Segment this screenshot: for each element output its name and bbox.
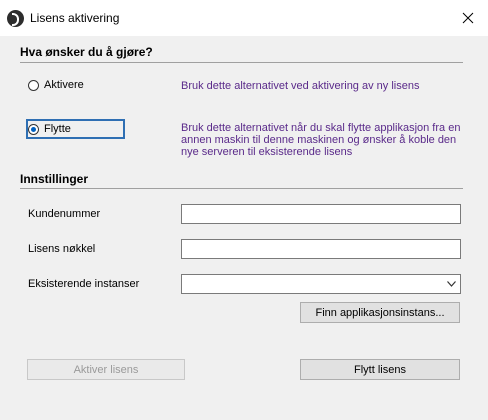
radio-aktivere[interactable]: Aktivere: [28, 79, 84, 91]
aktivere-description: Bruk dette alternativet ved aktivering a…: [181, 80, 420, 92]
window-title: Lisens aktivering: [30, 11, 120, 25]
app-logo-icon: [7, 10, 24, 27]
find-instance-button[interactable]: Finn applikasjonsinstans...: [300, 302, 460, 323]
title-bar: Lisens aktivering: [0, 0, 488, 36]
customer-number-label: Kundenummer: [28, 208, 101, 220]
instances-dropdown[interactable]: [181, 274, 461, 294]
flytte-description: Bruk dette alternativet når du skal flyt…: [181, 122, 461, 158]
customer-number-field[interactable]: [181, 204, 461, 224]
section-divider: [20, 188, 463, 189]
close-button[interactable]: [448, 0, 488, 36]
license-key-label: Lisens nøkkel: [28, 243, 96, 255]
radio-aktivere-button[interactable]: [28, 79, 39, 91]
radio-flytte-button[interactable]: [28, 123, 39, 135]
section-divider: [20, 62, 463, 63]
move-license-button[interactable]: Flytt lisens: [300, 359, 460, 380]
radio-aktivere-label: Aktivere: [44, 79, 84, 91]
action-section-heading: Hva ønsker du å gjøre?: [20, 45, 153, 59]
radio-flytte-label: Flytte: [44, 123, 71, 135]
close-icon: [462, 12, 474, 24]
chevron-down-icon: [447, 281, 456, 287]
license-key-field[interactable]: [181, 239, 461, 259]
radio-flytte[interactable]: Flytte: [28, 123, 71, 135]
dialog-body: Hva ønsker du å gjøre? Aktivere Bruk det…: [0, 36, 488, 420]
instances-label: Eksisterende instanser: [28, 278, 140, 290]
settings-section-heading: Innstillinger: [20, 172, 89, 186]
activate-license-button[interactable]: Aktiver lisens: [27, 359, 185, 380]
